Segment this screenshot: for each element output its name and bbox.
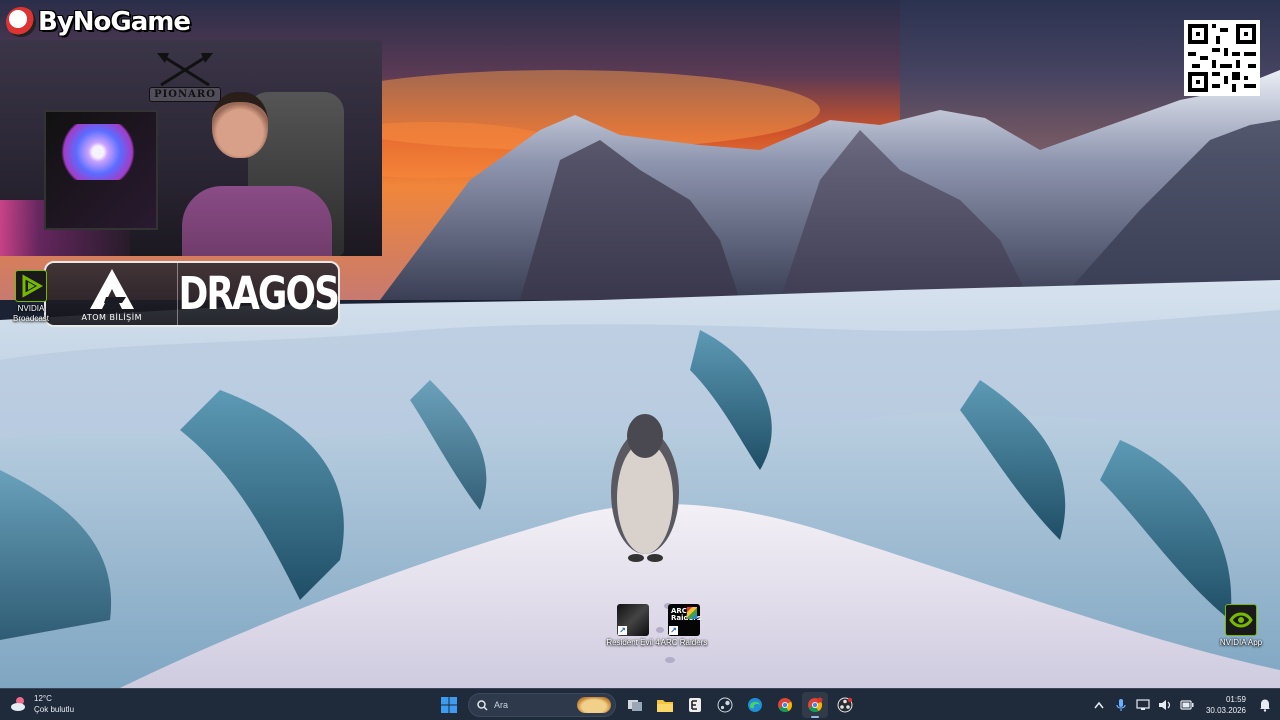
desktop-icon-nvidia-broadcast[interactable]: NVIDIA Broadcast	[2, 270, 60, 324]
desktop-icon-label: NVIDIA Broadcast	[12, 304, 50, 323]
weather-temperature: 12°C	[34, 694, 52, 703]
taskbar-clock[interactable]: 01:59 30.03.2026	[1206, 694, 1246, 716]
edge-button[interactable]	[742, 692, 768, 718]
search-highlight-bread-icon	[577, 697, 611, 713]
webcam-feed: PIONARO	[0, 40, 382, 256]
taskbar: 12°C Çok bulutlu Ara 01:59 30.03.2026	[0, 688, 1280, 720]
qr-code-icon	[1188, 24, 1256, 92]
battery-icon	[1180, 700, 1194, 710]
desktop-icon-label: ARC Raiders	[660, 638, 708, 647]
battery-button[interactable]	[1180, 698, 1194, 712]
speaker-icon	[1158, 700, 1171, 710]
arc-raiders-icon: ARC Raiders ↗	[668, 604, 701, 636]
brand-name: ByNoGame	[38, 7, 191, 37]
file-explorer-icon	[657, 700, 673, 712]
chrome-icon	[778, 698, 793, 713]
nvidia-broadcast-icon	[15, 270, 47, 302]
chrome-profile-icon	[808, 697, 823, 713]
system-tray: 01:59 30.03.2026	[1092, 689, 1280, 720]
obs-button[interactable]	[832, 692, 858, 718]
qr-code	[1184, 20, 1260, 96]
microphone-icon	[1116, 699, 1126, 711]
search-placeholder: Ara	[494, 700, 509, 710]
desktop-icon-arc-raiders[interactable]: ARC Raiders ↗ ARC Raiders	[655, 604, 713, 648]
atom-bilisim-logo-icon	[89, 268, 134, 309]
sponsor-atom-bilisim: ATOM BİLİŞİM	[46, 263, 179, 325]
taskbar-pinned-apps: Ara	[436, 689, 858, 720]
edge-icon	[748, 698, 762, 712]
sponsor-banner: ATOM BİLİŞİM DRAGOS	[44, 261, 340, 327]
streamer-body	[182, 186, 332, 256]
microphone-button[interactable]	[1114, 698, 1128, 712]
epic-games-button[interactable]	[682, 692, 708, 718]
nvidia-app-icon	[1225, 604, 1257, 636]
desktop-icon-nvidia-app[interactable]: NVIDIA App	[1212, 604, 1270, 648]
show-hidden-icons-button[interactable]	[1092, 698, 1106, 712]
weather-widget[interactable]: 12°C Çok bulutlu	[10, 693, 74, 715]
gaming-pc-case	[44, 110, 158, 230]
bynogame-logo-icon	[6, 7, 36, 37]
obs-icon	[837, 697, 853, 713]
desktop-icon-resident-evil-4[interactable]: ↗ Resident Evil 4	[604, 604, 662, 648]
resident-evil-4-icon: ↗	[617, 604, 649, 636]
network-button[interactable]	[1136, 698, 1150, 712]
steam-icon	[717, 697, 733, 713]
notification-button[interactable]	[1258, 698, 1272, 712]
atom-bilisim-label: ATOM BİLİŞİM	[81, 312, 142, 322]
desktop-icon-label: NVIDIA App	[1219, 638, 1263, 647]
sponsor-dragos: DRAGOS	[178, 268, 340, 320]
epic-games-icon	[689, 698, 701, 712]
crest-label: PIONARO	[149, 86, 221, 102]
weather-condition: Çok bulutlu	[34, 705, 75, 714]
cloudy-weather-icon	[10, 695, 28, 713]
start-button[interactable]	[436, 692, 462, 718]
task-view-button[interactable]	[622, 692, 648, 718]
bynogame-logo: ByNoGame	[6, 4, 191, 40]
desktop-icon-label: Resident Evil 4	[606, 638, 660, 647]
network-icon	[1136, 699, 1150, 710]
windows-start-icon	[441, 697, 457, 713]
steam-button[interactable]	[712, 692, 738, 718]
pionaro-crest: PIONARO	[145, 44, 225, 110]
file-explorer-button[interactable]	[652, 692, 678, 718]
bell-icon	[1260, 699, 1270, 712]
clock-time: 01:59	[1225, 695, 1246, 704]
task-view-icon	[628, 700, 642, 711]
clock-date: 30.03.2026	[1205, 706, 1246, 715]
chrome-profile-button[interactable]	[802, 692, 828, 718]
chrome-button[interactable]	[772, 692, 798, 718]
search-icon	[477, 699, 488, 711]
chevron-up-icon	[1094, 701, 1104, 709]
crossed-axes-icon	[157, 52, 213, 86]
volume-button[interactable]	[1158, 698, 1172, 712]
taskbar-search-box[interactable]: Ara	[468, 693, 616, 717]
